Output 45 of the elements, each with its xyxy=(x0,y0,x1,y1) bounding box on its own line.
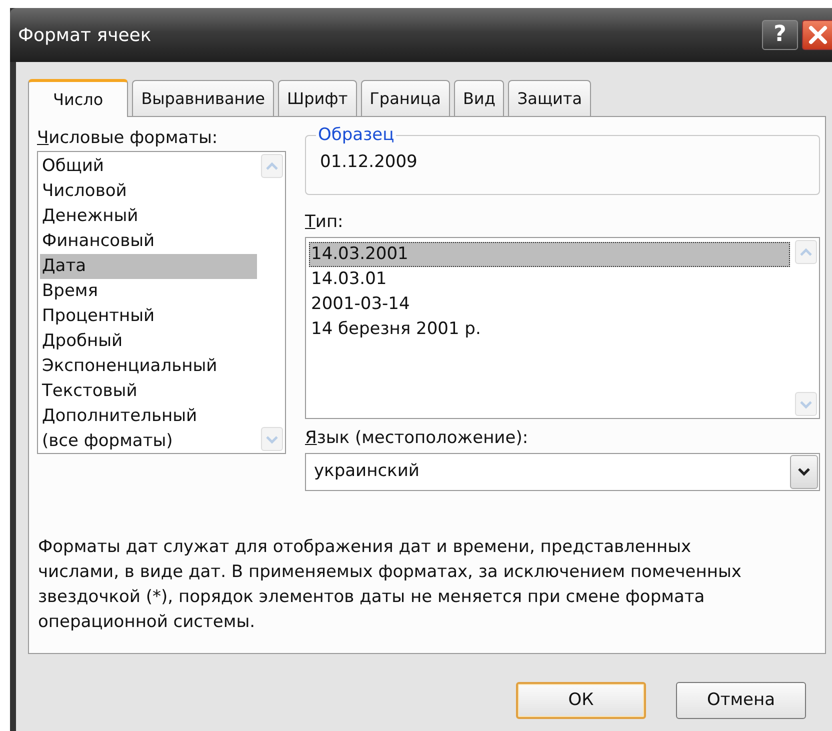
scroll-down-button[interactable] xyxy=(795,392,817,416)
chevron-up-icon xyxy=(798,246,814,258)
number-formats-list[interactable]: Общий Числовой Денежный Финансовый Дата Время Процентный Дробный Экспоненциальный Текстовый Дополнительный (все форматы) xyxy=(37,151,286,454)
description-text: Форматы дат служат для отображения дат и времени, представленных числами, в виде дат. В применяемых форматах, за исключением помеченных звездочкой (*), порядок элементов даты не меняется при смене формата операционной системы. xyxy=(38,536,742,634)
close-icon xyxy=(806,25,828,45)
scroll-up-button[interactable] xyxy=(261,154,283,178)
list-item[interactable]: Денежный xyxy=(40,204,257,229)
list-item[interactable]: Время xyxy=(40,279,257,304)
window-title: Формат ячеек xyxy=(18,24,152,48)
locale-label: Язык (местоположение): xyxy=(305,427,530,449)
list-item[interactable]: Числовой xyxy=(40,179,257,204)
list-item[interactable]: Дробный xyxy=(40,329,257,354)
tab[interactable]: Выравнивание xyxy=(132,80,274,116)
list-item[interactable]: Финансовый xyxy=(40,229,257,254)
scroll-up-button[interactable] xyxy=(795,240,817,264)
type-list[interactable]: 14.03.2001 14.03.01 2001-03-14 14 березня 2001 р. xyxy=(305,237,820,419)
chevron-down-icon xyxy=(797,467,811,477)
list-item[interactable]: (все форматы) xyxy=(40,429,257,454)
list-item[interactable]: Текстовый xyxy=(40,379,257,404)
list-item[interactable]: Дополнительный xyxy=(40,404,257,429)
list-item[interactable]: Общий xyxy=(40,154,257,179)
dropdown-button[interactable] xyxy=(790,455,818,489)
scroll-down-button[interactable] xyxy=(261,427,283,451)
locale-dropdown[interactable]: украинский xyxy=(305,453,820,491)
list-item[interactable]: Процентный xyxy=(40,304,257,329)
sample-value: 01.12.2009 xyxy=(320,152,418,172)
number-formats-label: Числовые форматы: xyxy=(37,127,219,149)
chevron-up-icon xyxy=(264,160,280,172)
list-item[interactable]: 2001-03-14 xyxy=(309,292,790,317)
list-item[interactable]: 14.03.01 xyxy=(309,267,790,292)
list-item[interactable]: Экспоненциальный xyxy=(40,354,257,379)
help-button[interactable]: ? xyxy=(762,20,798,50)
list-item[interactable]: 14 березня 2001 р. xyxy=(309,317,790,342)
tab[interactable]: Граница xyxy=(360,80,450,116)
tab[interactable]: Вид xyxy=(454,80,504,116)
tab[interactable]: Защита xyxy=(508,80,592,116)
close-button[interactable] xyxy=(802,20,832,50)
sample-label: Образец xyxy=(316,124,396,146)
type-label: Тип: xyxy=(305,211,344,233)
dialog-button[interactable]: Отмена xyxy=(676,682,806,719)
list-item[interactable]: Дата xyxy=(40,254,257,279)
tab[interactable]: Число xyxy=(28,79,128,117)
dialog-button[interactable]: ОК xyxy=(516,682,646,719)
list-item[interactable]: 14.03.2001 xyxy=(309,242,790,267)
tab[interactable]: Шрифт xyxy=(278,80,357,116)
